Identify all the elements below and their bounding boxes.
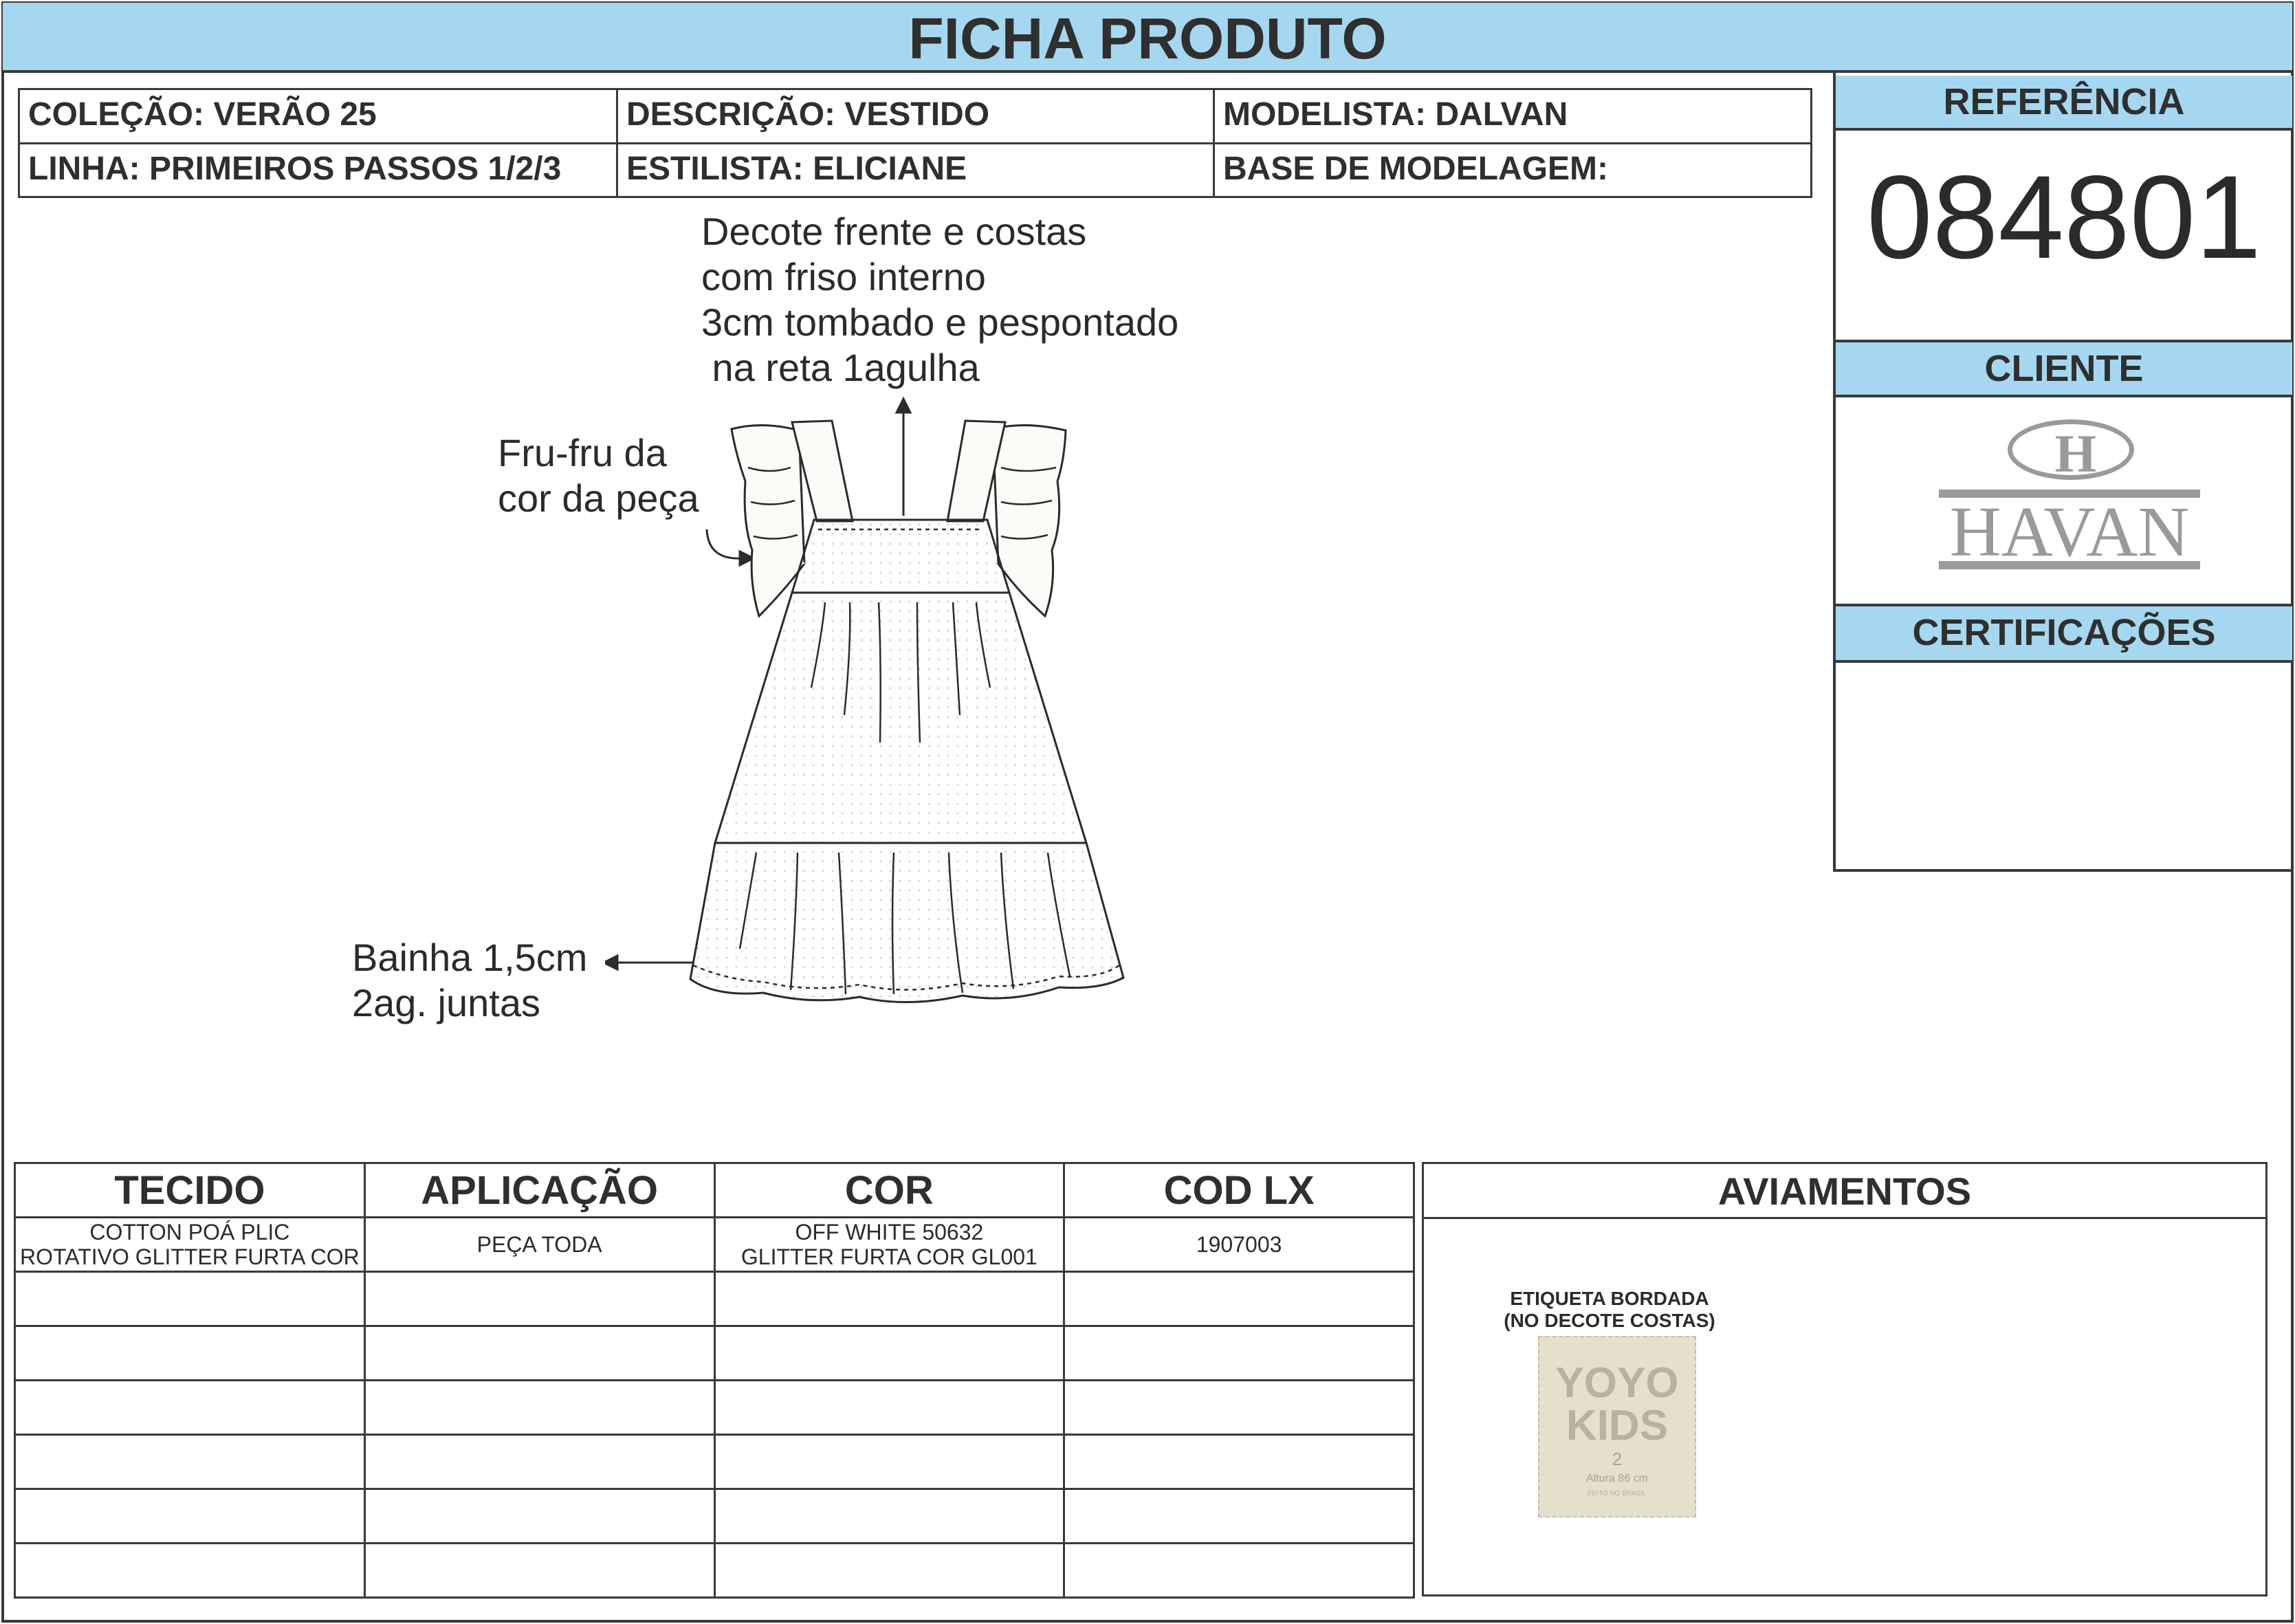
- header-bar: FICHA PRODUTO: [3, 3, 2292, 73]
- certificacoes-label: CERTIFICAÇÕES: [1912, 612, 2216, 653]
- table-row: [14, 1542, 1415, 1599]
- empty-cell: [1063, 1488, 1415, 1544]
- header-cor: COR: [713, 1162, 1066, 1218]
- empty-cell: [14, 1271, 366, 1327]
- empty-cell: [363, 1325, 716, 1381]
- header-cod-lx: COD LX: [1063, 1162, 1415, 1218]
- empty-cell: [363, 1271, 716, 1327]
- etiqueta-label-line2: (NO DECOTE COSTAS): [1504, 1310, 1715, 1331]
- cell-cor: OFF WHITE 50632 GLITTER FURTA COR GL001: [713, 1216, 1066, 1273]
- dress-drawing: [605, 396, 1125, 1004]
- tag-height: Altura 86 cm: [1586, 1473, 1648, 1484]
- tag-yoyo: YOYO: [1555, 1359, 1679, 1407]
- empty-cell: [14, 1379, 366, 1436]
- empty-cell: [713, 1379, 1066, 1436]
- table-row: COTTON POÁ PLIC ROTATIVO GLITTER FURTA C…: [14, 1216, 1415, 1273]
- havan-logo-letter: H: [2054, 424, 2097, 483]
- tag-size: 2: [1612, 1449, 1623, 1469]
- empty-cell: [1063, 1325, 1415, 1381]
- materials-table: TECIDO APLICAÇÃO COR COD LX COTTON POÁ P…: [14, 1162, 1415, 1599]
- empty-cell: [1063, 1434, 1415, 1490]
- cliente-label: CLIENTE: [1984, 348, 2144, 389]
- cell-tecido: COTTON POÁ PLIC ROTATIVO GLITTER FURTA C…: [14, 1216, 366, 1273]
- tag-kids: KIDS: [1566, 1402, 1669, 1449]
- empty-cell: [713, 1542, 1066, 1599]
- empty-cell: [14, 1488, 366, 1544]
- etiqueta-tag: YOYO KIDS 2 Altura 86 cm FEITO NO BRASIL: [1538, 1336, 1696, 1517]
- header-tecido: TECIDO: [14, 1162, 366, 1218]
- empty-cell: [713, 1488, 1066, 1544]
- empty-cell: [363, 1434, 716, 1490]
- header-aplicacao: APLICAÇÃO: [363, 1162, 716, 1218]
- etiqueta-label: ETIQUETA BORDADA (NO DECOTE COSTAS): [1500, 1288, 1720, 1332]
- referencia-value: 084801: [1867, 151, 2261, 283]
- colecao-field: COLEÇÃO: VERÃO 25: [20, 90, 618, 144]
- cell-cod-lx: 1907003: [1063, 1216, 1415, 1273]
- linha-field: LINHA: PRIMEIROS PASSOS 1/2/3: [20, 144, 618, 198]
- cliente-header: CLIENTE: [1836, 340, 2292, 397]
- estilista-field: ESTILISTA: ELICIANE: [618, 144, 1215, 198]
- table-row: [14, 1488, 1415, 1544]
- annotation-decote: Decote frente e costas com friso interno…: [701, 210, 1179, 389]
- cell-aplicacao: PEÇA TODA: [363, 1216, 716, 1273]
- side-panel: REFERÊNCIA 084801 CLIENTE H HAVAN CERTIF…: [1833, 73, 2292, 872]
- table-row: [14, 1434, 1415, 1490]
- descricao-field: DESCRIÇÃO: VESTIDO: [618, 90, 1215, 144]
- empty-cell: [713, 1325, 1066, 1381]
- etiqueta-label-line1: ETIQUETA BORDADA: [1510, 1288, 1709, 1309]
- empty-cell: [713, 1271, 1066, 1327]
- aviamentos-title: AVIAMENTOS: [1424, 1164, 2265, 1219]
- annotation-bainha: Bainha 1,5cm 2ag. juntas: [352, 936, 588, 1024]
- havan-logo-text: HAVAN: [1949, 492, 2190, 571]
- empty-cell: [14, 1542, 366, 1599]
- empty-cell: [1063, 1542, 1415, 1599]
- certificacoes-header: CERTIFICAÇÕES: [1836, 604, 2292, 663]
- empty-cell: [14, 1434, 366, 1490]
- table-row: [14, 1379, 1415, 1436]
- base-modelagem-field: BASE DE MODELAGEM:: [1215, 144, 1812, 198]
- empty-cell: [1063, 1379, 1415, 1436]
- empty-cell: [363, 1542, 716, 1599]
- tag-made: FEITO NO BRASIL: [1588, 1490, 1647, 1497]
- havan-logo: H HAVAN: [1939, 417, 2200, 571]
- aviamentos-box: AVIAMENTOS ETIQUETA BORDADA (NO DECOTE C…: [1422, 1162, 2267, 1596]
- info-grid: COLEÇÃO: VERÃO 25 DESCRIÇÃO: VESTIDO MOD…: [18, 88, 1812, 198]
- materials-header-row: TECIDO APLICAÇÃO COR COD LX: [14, 1162, 1415, 1218]
- modelista-field: MODELISTA: DALVAN: [1215, 90, 1812, 144]
- referencia-header: REFERÊNCIA: [1836, 76, 2292, 131]
- table-row: [14, 1325, 1415, 1381]
- empty-cell: [713, 1434, 1066, 1490]
- empty-cell: [14, 1325, 366, 1381]
- empty-cell: [1063, 1271, 1415, 1327]
- empty-cell: [363, 1379, 716, 1436]
- referencia-label: REFERÊNCIA: [1943, 81, 2185, 122]
- havan-logo-rule-bottom: [1939, 561, 2200, 569]
- empty-cell: [363, 1488, 716, 1544]
- page-title: FICHA PRODUTO: [908, 6, 1387, 71]
- table-row: [14, 1271, 1415, 1327]
